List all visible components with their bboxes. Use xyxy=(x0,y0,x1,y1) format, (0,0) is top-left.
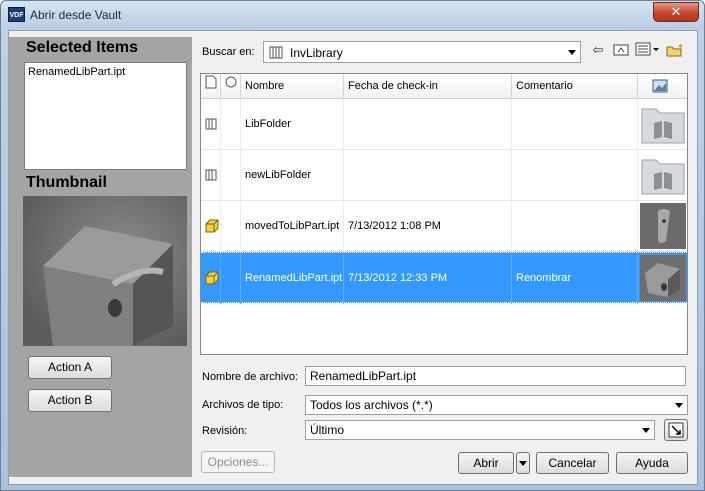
library-icon xyxy=(269,46,283,59)
file-list[interactable]: Nombre Fecha de check-in Comentario LibF… xyxy=(200,73,688,355)
selected-items-title: Selected Items xyxy=(26,39,139,56)
left-panel: Selected Items RenamedLibPart.ipt Thumbn… xyxy=(9,37,192,477)
chevron-down-icon xyxy=(568,50,576,55)
close-button[interactable]: ✕ xyxy=(653,2,699,22)
status-cell xyxy=(221,253,241,304)
file-name-cell: movedToLibPart.ipt xyxy=(241,201,344,252)
column-header-comment[interactable]: Comentario xyxy=(512,74,638,99)
resize-arrow-icon xyxy=(668,422,684,438)
options-button[interactable]: Opciones... xyxy=(201,451,275,473)
thumbnail-preview xyxy=(23,196,187,346)
checkin-date-cell xyxy=(344,99,512,150)
revision-value: Último xyxy=(310,423,345,437)
help-button[interactable]: Ayuda xyxy=(616,452,688,474)
revision-label: Revisión: xyxy=(202,425,248,437)
window-title: Abrir desde Vault xyxy=(30,8,122,22)
new-folder-icon[interactable]: ✶ xyxy=(666,42,684,58)
status-cell xyxy=(221,150,241,201)
filename-label: Nombre de archivo: xyxy=(202,371,298,383)
file-name-cell: RenamedLibPart.ipt xyxy=(241,253,344,304)
filetype-value: Todos los archivos (*.*) xyxy=(310,398,433,412)
part-preview-image xyxy=(43,226,173,346)
filetype-label: Archivos de tipo: xyxy=(202,399,284,411)
cancel-button[interactable]: Cancelar xyxy=(536,452,609,474)
part-file-icon xyxy=(201,201,221,252)
action-b-button[interactable]: Action B xyxy=(28,389,112,412)
part-thumbnail xyxy=(640,203,686,249)
status-cell xyxy=(221,201,241,252)
revision-dropdown[interactable]: Último xyxy=(305,420,655,440)
lookin-value: InvLibrary xyxy=(290,46,343,60)
comment-cell xyxy=(512,99,638,150)
checkin-date-cell: 7/13/2012 1:08 PM xyxy=(344,201,512,252)
library-folder-icon xyxy=(201,150,221,201)
back-arrow-icon[interactable]: ⇦ xyxy=(589,42,607,58)
selected-items-list[interactable]: RenamedLibPart.ipt xyxy=(24,62,187,170)
status-column-icon[interactable] xyxy=(221,74,241,99)
file-name-cell: newLibFolder xyxy=(241,150,344,201)
chevron-down-icon xyxy=(519,461,527,467)
folder-thumbnail xyxy=(640,101,686,147)
comment-cell xyxy=(512,201,638,252)
file-type-column-icon[interactable] xyxy=(201,74,221,99)
chevron-down-icon xyxy=(675,403,683,408)
svg-text:✶: ✶ xyxy=(677,42,684,51)
column-header-name[interactable]: Nombre xyxy=(241,74,344,99)
comment-cell: Renombrar xyxy=(512,253,638,304)
checkin-date-cell xyxy=(344,150,512,201)
open-button[interactable]: Abrir xyxy=(458,452,514,474)
view-menu-icon[interactable] xyxy=(634,42,662,58)
file-list-header: Nombre Fecha de check-in Comentario xyxy=(201,74,687,99)
table-row[interactable]: movedToLibPart.ipt 7/13/2012 1:08 PM xyxy=(201,201,687,252)
table-row-selected[interactable]: RenamedLibPart.ipt 7/13/2012 12:33 PM Re… xyxy=(201,252,687,304)
status-cell xyxy=(221,99,241,150)
file-name-cell: LibFolder xyxy=(241,99,344,150)
table-row[interactable]: newLibFolder xyxy=(201,150,687,201)
column-header-checkin-date[interactable]: Fecha de check-in xyxy=(344,74,512,99)
lookin-dropdown[interactable]: InvLibrary xyxy=(263,41,581,63)
title-bar[interactable]: VDF Abrir desde Vault ✕ xyxy=(1,1,704,29)
action-a-button[interactable]: Action A xyxy=(28,356,112,379)
comment-cell xyxy=(512,150,638,201)
checkin-date-cell: 7/13/2012 12:33 PM xyxy=(344,253,512,304)
selected-item[interactable]: RenamedLibPart.ipt xyxy=(28,66,183,78)
vault-app-icon: VDF xyxy=(8,7,25,22)
filetype-dropdown[interactable]: Todos los archivos (*.*) xyxy=(305,395,688,415)
thumbnail-title: Thumbnail xyxy=(26,174,107,191)
filename-input[interactable]: RenamedLibPart.ipt xyxy=(305,366,686,386)
chevron-down-icon xyxy=(642,428,650,433)
lookin-label: Buscar en: xyxy=(202,46,255,58)
up-folder-icon[interactable] xyxy=(612,42,630,58)
open-dropdown-button[interactable] xyxy=(516,452,530,474)
part-thumbnail xyxy=(640,255,686,301)
library-folder-icon xyxy=(201,99,221,150)
revision-options-button[interactable] xyxy=(664,419,688,441)
table-row[interactable]: LibFolder xyxy=(201,99,687,150)
thumbnail-column-icon[interactable] xyxy=(638,74,687,99)
part-file-icon xyxy=(201,253,221,304)
folder-thumbnail xyxy=(640,152,686,198)
